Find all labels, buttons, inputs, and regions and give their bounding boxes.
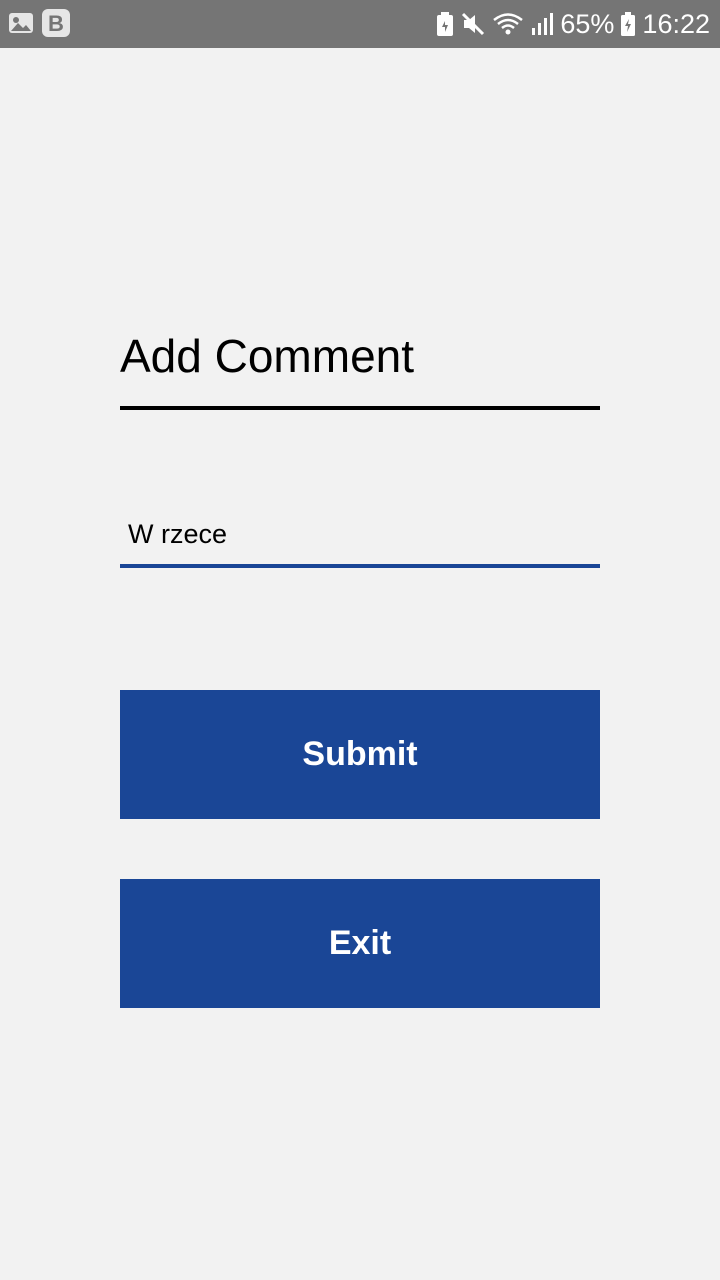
- comment-input[interactable]: [120, 504, 600, 568]
- battery-percent: 65%: [560, 9, 615, 39]
- submit-button[interactable]: Submit: [120, 690, 600, 819]
- status-bar: B 65% 16:22: [0, 0, 720, 48]
- clock: 16:22: [642, 9, 710, 39]
- battery-icon: [620, 11, 636, 37]
- add-comment-screen: Add Comment Submit Exit: [0, 48, 720, 1280]
- wifi-icon: [492, 11, 524, 37]
- status-bar-right: 65% 16:22: [436, 8, 710, 40]
- mute-icon: [460, 11, 486, 37]
- exit-button[interactable]: Exit: [120, 879, 600, 1008]
- image-icon: [8, 10, 34, 36]
- battery-saver-icon: [436, 11, 454, 37]
- signal-icon: [530, 11, 554, 37]
- status-bar-left: B: [8, 9, 70, 37]
- svg-text:B: B: [48, 11, 64, 36]
- title-divider: [120, 406, 600, 410]
- page-title: Add Comment: [120, 330, 415, 382]
- b-app-icon: B: [42, 9, 70, 37]
